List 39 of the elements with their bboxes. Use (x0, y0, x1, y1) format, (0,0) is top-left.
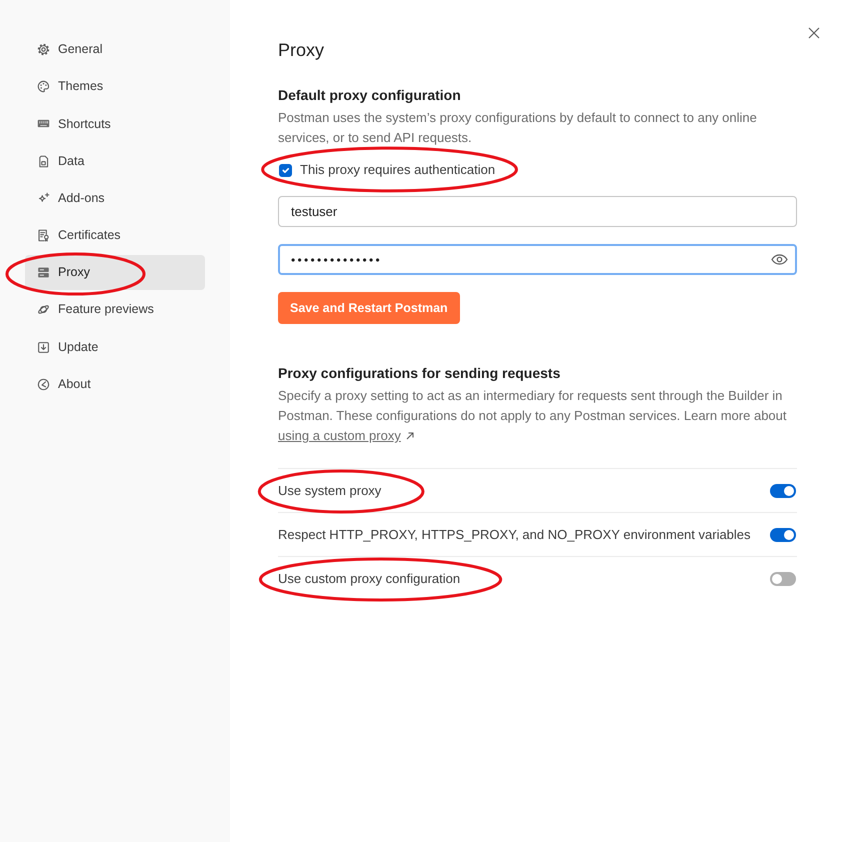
sidebar-item[interactable]: Shortcuts (25, 106, 205, 142)
sidebar-item[interactable]: Add-ons (25, 180, 205, 216)
section-description: Postman uses the system’s proxy configurations by default to connect to any online services, or to send API requests. (278, 109, 758, 147)
download-icon (37, 340, 50, 354)
page-title: Proxy (278, 39, 326, 62)
palette-icon (37, 80, 50, 94)
sidebar-item[interactable]: Data (25, 144, 205, 179)
checkbox-label[interactable]: This proxy requires authentication (300, 160, 496, 180)
sidebar-item[interactable]: Themes (25, 69, 205, 104)
help-link[interactable]: using a custom proxy (278, 428, 401, 443)
username-field[interactable]: testuser (278, 196, 797, 227)
arrow-icon (406, 432, 414, 440)
sidebar-item[interactable]: General (25, 32, 205, 67)
chevron-circle-icon (37, 378, 50, 391)
close-icon (808, 27, 820, 39)
server-icon (37, 266, 50, 280)
sidebar-item[interactable]: Update (25, 330, 205, 364)
sidebar-item[interactable]: Certificates (25, 218, 205, 253)
gear-icon (37, 43, 50, 56)
section-description: Specify a proxy setting to act as an intermediary for requests sent through the Builder in Postman. These configurations do not apply to any Postman services. Learn more about using a custom proxy (278, 387, 788, 445)
memory-card-icon (37, 154, 50, 168)
section-heading: Default proxy configuration (278, 86, 462, 104)
checkbox[interactable] (279, 164, 292, 176)
setting-label: Use system proxy (278, 483, 382, 498)
toggle-switch[interactable] (770, 528, 796, 542)
toggle-switch[interactable] (770, 572, 796, 586)
planet-icon (37, 303, 50, 316)
sparkle-icon (37, 192, 50, 205)
password-field[interactable]: •••••••••••••• (278, 244, 797, 275)
sidebar-item[interactable]: About (25, 366, 205, 402)
toggle-switch[interactable] (770, 484, 796, 498)
setting-label: Respect HTTP_PROXY, HTTPS_PROXY, and NO_PROXY environment variables (278, 527, 751, 542)
section-heading: Proxy configurations for sending requests (278, 364, 562, 382)
sidebar-item[interactable]: Proxy (25, 255, 205, 290)
sidebar-item[interactable]: Feature previews (25, 292, 205, 328)
close-button[interactable] (807, 26, 821, 40)
eye-icon[interactable] (771, 254, 788, 265)
certificate-icon (37, 228, 50, 242)
setting-label: Use custom proxy configuration (278, 571, 460, 586)
